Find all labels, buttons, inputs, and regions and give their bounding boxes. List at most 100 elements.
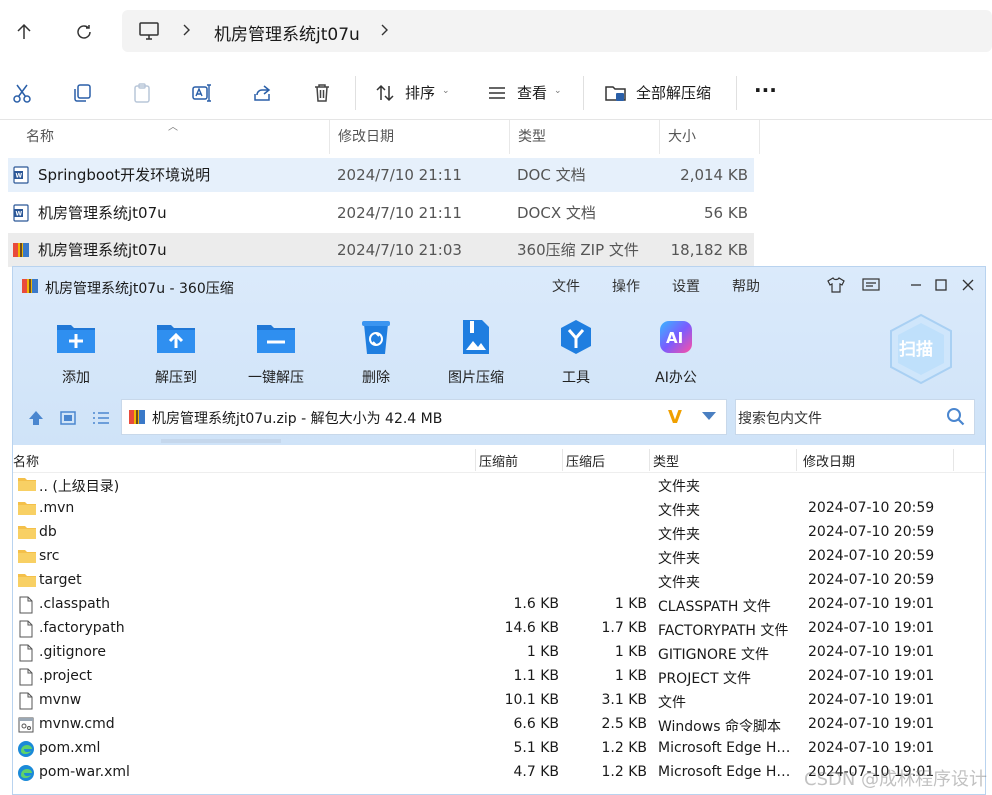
list-item[interactable]: mvnw.cmd 6.6 KB 2.5 KB Windows 命令脚本 2024…	[13, 713, 985, 737]
toolbar-divider	[736, 76, 737, 110]
svg-text:AI: AI	[666, 329, 683, 347]
item-type: 文件夹	[658, 551, 700, 567]
paste-button[interactable]	[129, 80, 155, 106]
delete-button[interactable]	[309, 80, 335, 106]
sort-icon-wrap[interactable]	[372, 80, 398, 106]
file-date: 2024/7/10 21:11	[337, 204, 462, 222]
item-before: 4.7 KB	[513, 764, 560, 780]
menu-settings[interactable]: 设置	[672, 276, 700, 296]
file-row[interactable]: 机房管理系统jt07u 2024/7/10 21:03 360压缩 ZIP 文件…	[8, 233, 754, 267]
horizontal-scrollbar[interactable]	[161, 439, 281, 443]
col-name[interactable]: 名称	[13, 451, 39, 470]
view-icon-wrap[interactable]	[484, 80, 510, 106]
item-name: mvnw	[39, 692, 82, 708]
chevron-right-icon[interactable]	[180, 22, 194, 38]
menu-operate[interactable]: 操作	[612, 276, 640, 296]
menu-file[interactable]: 文件	[552, 276, 580, 296]
extract-icon-wrap[interactable]	[603, 80, 629, 106]
add-tool[interactable]: 添加	[36, 315, 116, 387]
col-divider[interactable]	[475, 449, 476, 471]
clipboard-icon	[134, 83, 150, 103]
chevron-down-icon[interactable]: ⌄	[554, 86, 562, 96]
col-divider[interactable]	[796, 449, 797, 471]
chevron-right-icon[interactable]	[378, 22, 392, 38]
image-compress-tool[interactable]: 图片压缩	[436, 315, 516, 387]
column-name[interactable]: 名称	[18, 120, 330, 154]
refresh-button[interactable]	[68, 16, 100, 48]
item-date: 2024-07-10 19:01	[808, 596, 935, 612]
feedback-button[interactable]	[861, 275, 881, 295]
col-date[interactable]: 修改日期	[803, 451, 855, 470]
share-button[interactable]	[249, 80, 275, 106]
item-type: 文件	[658, 695, 686, 711]
list-item[interactable]: .project 1.1 KB 1 KB PROJECT 文件 2024-07-…	[13, 665, 985, 689]
address-bar[interactable]: 机房管理系统jt07u	[122, 10, 992, 52]
arrow-up-icon	[17, 23, 31, 39]
one-click-extract-tool[interactable]: 一键解压	[236, 315, 316, 387]
scan-shield-icon: 扫描	[890, 313, 952, 385]
close-button[interactable]	[958, 275, 978, 295]
file-row[interactable]: W Springboot开发环境说明 2024/7/10 21:11 DOC 文…	[8, 158, 754, 192]
toolbar-divider	[583, 76, 584, 110]
scan-button[interactable]: 扫描	[885, 313, 957, 385]
breadcrumb-folder[interactable]: 机房管理系统jt07u	[214, 20, 360, 45]
delete-tool[interactable]: 删除	[336, 315, 416, 387]
item-type: 文件夹	[658, 503, 700, 519]
col-divider[interactable]	[953, 449, 954, 471]
view-button[interactable]: 查看	[517, 82, 547, 103]
search-icon[interactable]	[946, 407, 966, 427]
file-name: Springboot开发环境说明	[38, 166, 211, 184]
list-item[interactable]: .classpath 1.6 KB 1 KB CLASSPATH 文件 2024…	[13, 593, 985, 617]
minimize-button[interactable]	[906, 275, 926, 295]
dropdown-icon[interactable]	[702, 412, 716, 420]
col-after[interactable]: 压缩后	[566, 451, 605, 470]
file-type: 360压缩 ZIP 文件	[517, 241, 639, 259]
more-options-button[interactable]: ···	[754, 78, 777, 102]
menu-help[interactable]: 帮助	[732, 276, 760, 296]
search-input[interactable]: 搜索包内文件	[738, 408, 822, 428]
column-date[interactable]: 修改日期	[330, 120, 510, 154]
thumbnail-view-icon[interactable]	[59, 409, 77, 427]
folder-icon	[18, 526, 36, 539]
share-icon	[254, 85, 271, 101]
col-before[interactable]: 压缩前	[479, 451, 518, 470]
chevron-down-icon[interactable]: ⌄	[442, 86, 450, 96]
file-row[interactable]: W 机房管理系统jt07u 2024/7/10 21:11 DOCX 文档 56…	[8, 196, 754, 230]
list-item[interactable]: .factorypath 14.6 KB 1.7 KB FACTORYPATH …	[13, 617, 985, 641]
list-item[interactable]: target 文件夹 2024-07-10 20:59	[13, 569, 985, 593]
extract-all-button[interactable]: 全部解压缩	[636, 82, 711, 103]
ai-office-tool[interactable]: AI AI办公	[636, 315, 716, 387]
column-type[interactable]: 类型	[510, 120, 660, 154]
sort-button[interactable]: 排序	[405, 82, 435, 103]
list-item[interactable]: .gitignore 1 KB 1 KB GITIGNORE 文件 2024-0…	[13, 641, 985, 665]
item-name: src	[39, 548, 60, 564]
skin-button[interactable]	[826, 275, 846, 295]
list-item[interactable]: pom.xml 5.1 KB 1.2 KB Microsoft Edge HT.…	[13, 737, 985, 761]
list-item[interactable]: .. (上级目录) 文件夹	[13, 473, 985, 497]
folder-minus-icon	[254, 315, 298, 359]
archive-path-field[interactable]: 机房管理系统jt07u.zip - 解包大小为 42.4 MB V	[121, 399, 727, 435]
cut-button[interactable]	[9, 80, 35, 106]
list-item[interactable]: src 文件夹 2024-07-10 20:59	[13, 545, 985, 569]
col-divider[interactable]	[649, 449, 650, 471]
copy-button[interactable]	[69, 80, 95, 106]
archive-search-box[interactable]: 搜索包内文件	[735, 399, 975, 435]
trash-icon	[315, 84, 329, 102]
list-item[interactable]: .mvn 文件夹 2024-07-10 20:59	[13, 497, 985, 521]
extract-to-tool[interactable]: 解压到	[136, 315, 216, 387]
tools-tool[interactable]: 工具	[536, 315, 616, 387]
list-item[interactable]: db 文件夹 2024-07-10 20:59	[13, 521, 985, 545]
col-type[interactable]: 类型	[653, 451, 679, 470]
file-type: DOC 文档	[517, 166, 586, 184]
v-logo-icon[interactable]: V	[668, 407, 682, 428]
image-compress-icon	[454, 315, 498, 359]
col-divider[interactable]	[562, 449, 563, 471]
list-item[interactable]: mvnw 10.1 KB 3.1 KB 文件 2024-07-10 19:01	[13, 689, 985, 713]
up-arrow-icon[interactable]	[27, 409, 45, 427]
column-size[interactable]: 大小	[660, 120, 760, 154]
up-button[interactable]	[8, 16, 40, 48]
maximize-button[interactable]	[931, 275, 951, 295]
list-view-icon[interactable]	[91, 409, 111, 427]
rename-button[interactable]	[189, 80, 215, 106]
archiver-header: 机房管理系统jt07u - 360压缩 文件 操作 设置 帮助 添加 解压到 一…	[13, 267, 985, 445]
